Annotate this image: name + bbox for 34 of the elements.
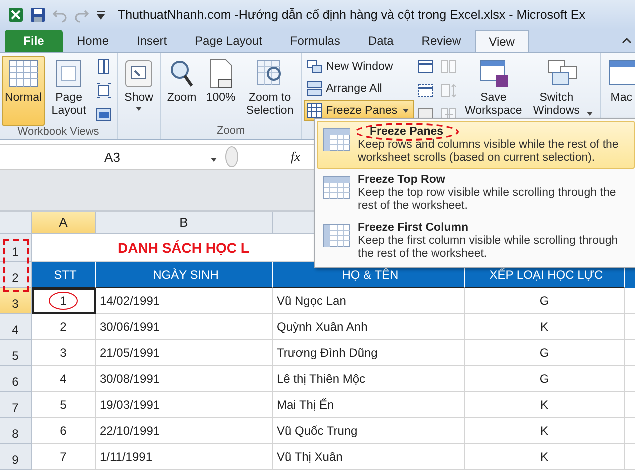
table-cell: 30/06/1991 [96,314,273,340]
column-heading: NGÀY SINH [96,262,273,288]
column-heading: STT [32,262,96,288]
table-cell: 6 [32,418,96,444]
sheet-title: DANH SÁCH HỌC L [118,240,250,256]
group-label: Zoom [216,125,246,139]
table-cell: 7 [32,444,96,470]
table-cell: G [465,366,625,392]
table-cell: 22/10/1991 [96,418,273,444]
table-cell: 19/03/1991 [96,392,273,418]
table-cell: 1/11/1991 [96,444,273,470]
table-cell: 21/05/1991 [96,340,273,366]
table-cell: 14/02/1991 [96,288,273,314]
table-cell: G [465,340,625,366]
table-cell: 2 [32,314,96,340]
table-cell: Quỳnh Xuân Anh [273,314,465,340]
circled-number: 1 [49,292,78,310]
table-cell: Trương Đình Dũng [273,340,465,366]
table-cell: 5 [32,392,96,418]
table-cell: Lê thị Thiên Mộc [273,366,465,392]
table-cell: K [465,418,625,444]
table-cell: 30/08/1991 [96,366,273,392]
table-cell: K [465,444,625,470]
window-title: ThuthuatNhanh.com -Hướng dẫn cố định hàng và cột trong Excel.xlsx - Microsoft Ex [118,8,586,22]
table-cell: Vũ Thị Xuân [273,444,465,470]
table-cell: 4 [32,366,96,392]
group-label: Workbook Views [16,126,100,139]
table-cell: K [465,392,625,418]
table-cell: K [465,314,625,340]
table-cell: G [465,288,625,314]
table-cell: Vũ Quốc Trung [273,418,465,444]
table-cell: 3 [32,340,96,366]
table-cell: Mai Thị Ến [273,392,465,418]
table-cell: Vũ Ngọc Lan [273,288,465,314]
